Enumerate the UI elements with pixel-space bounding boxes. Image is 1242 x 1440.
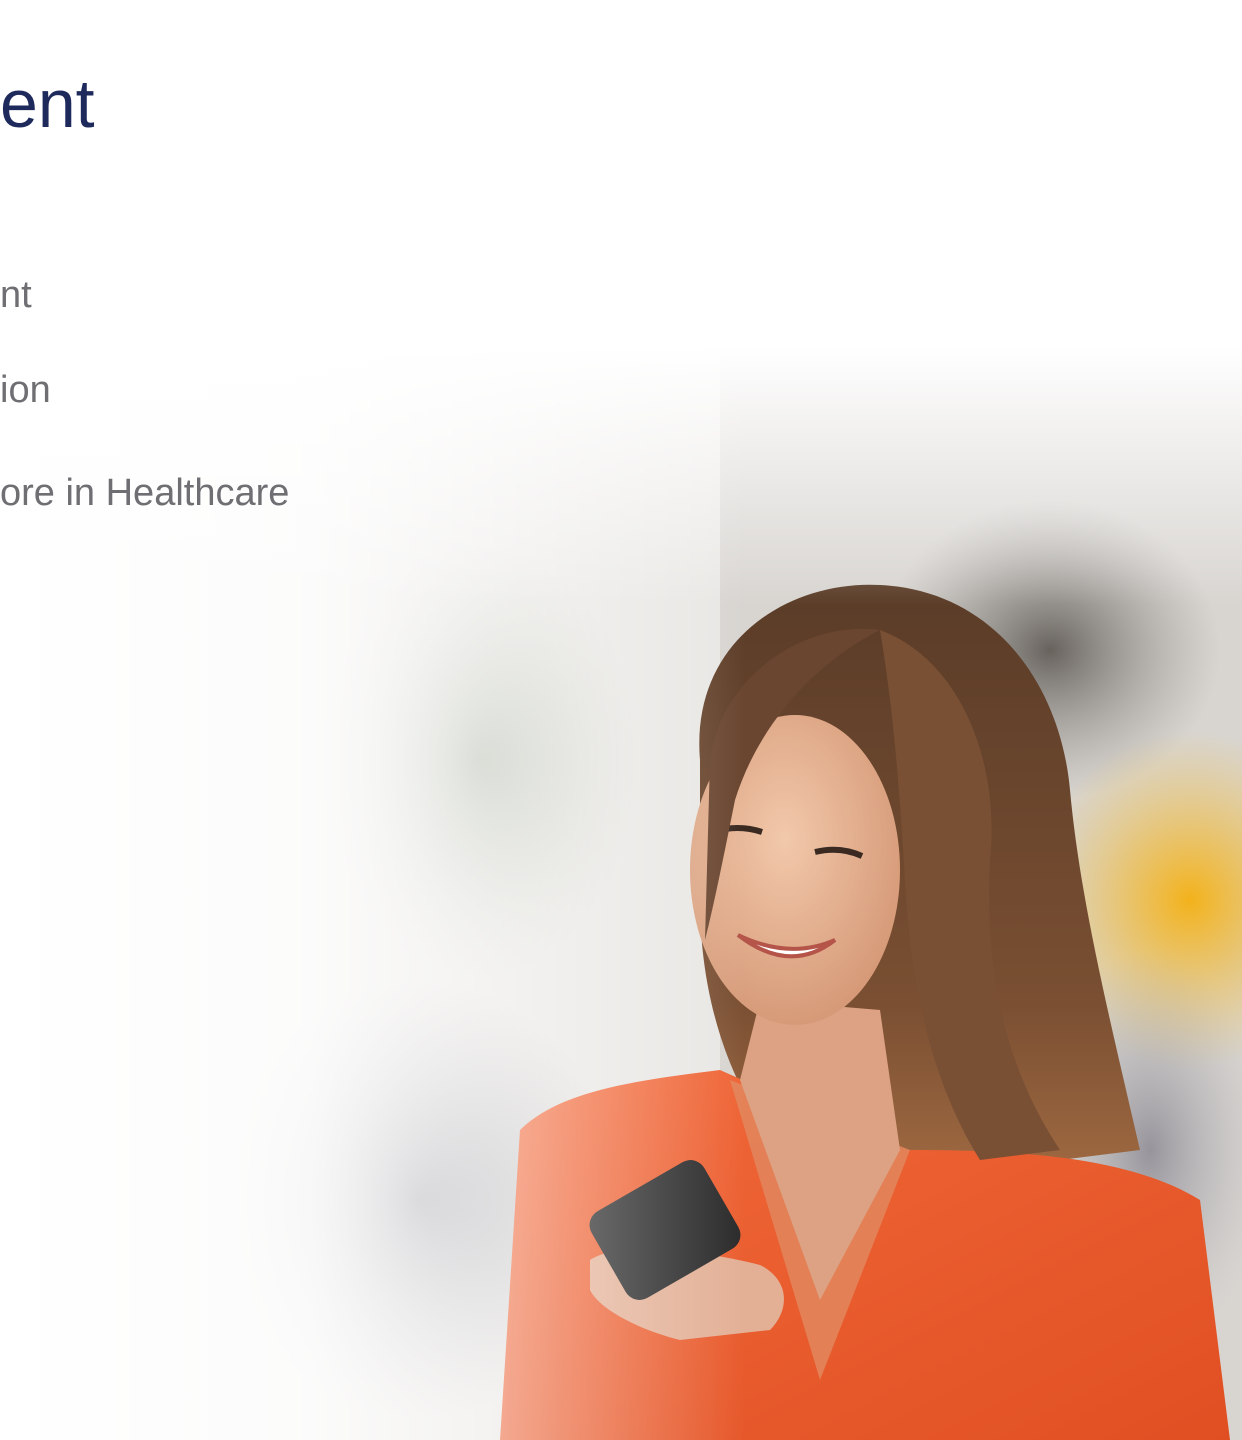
bullet-item-3: ore in Healthcare: [0, 472, 290, 514]
bullet-item-2: ion: [0, 369, 51, 411]
slide-title: ent: [0, 66, 95, 142]
slide: ent nt ion ore in Healthcare: [0, 0, 1242, 1440]
background-fade: [0, 0, 1242, 1440]
bullet-item-1: nt: [0, 274, 32, 316]
